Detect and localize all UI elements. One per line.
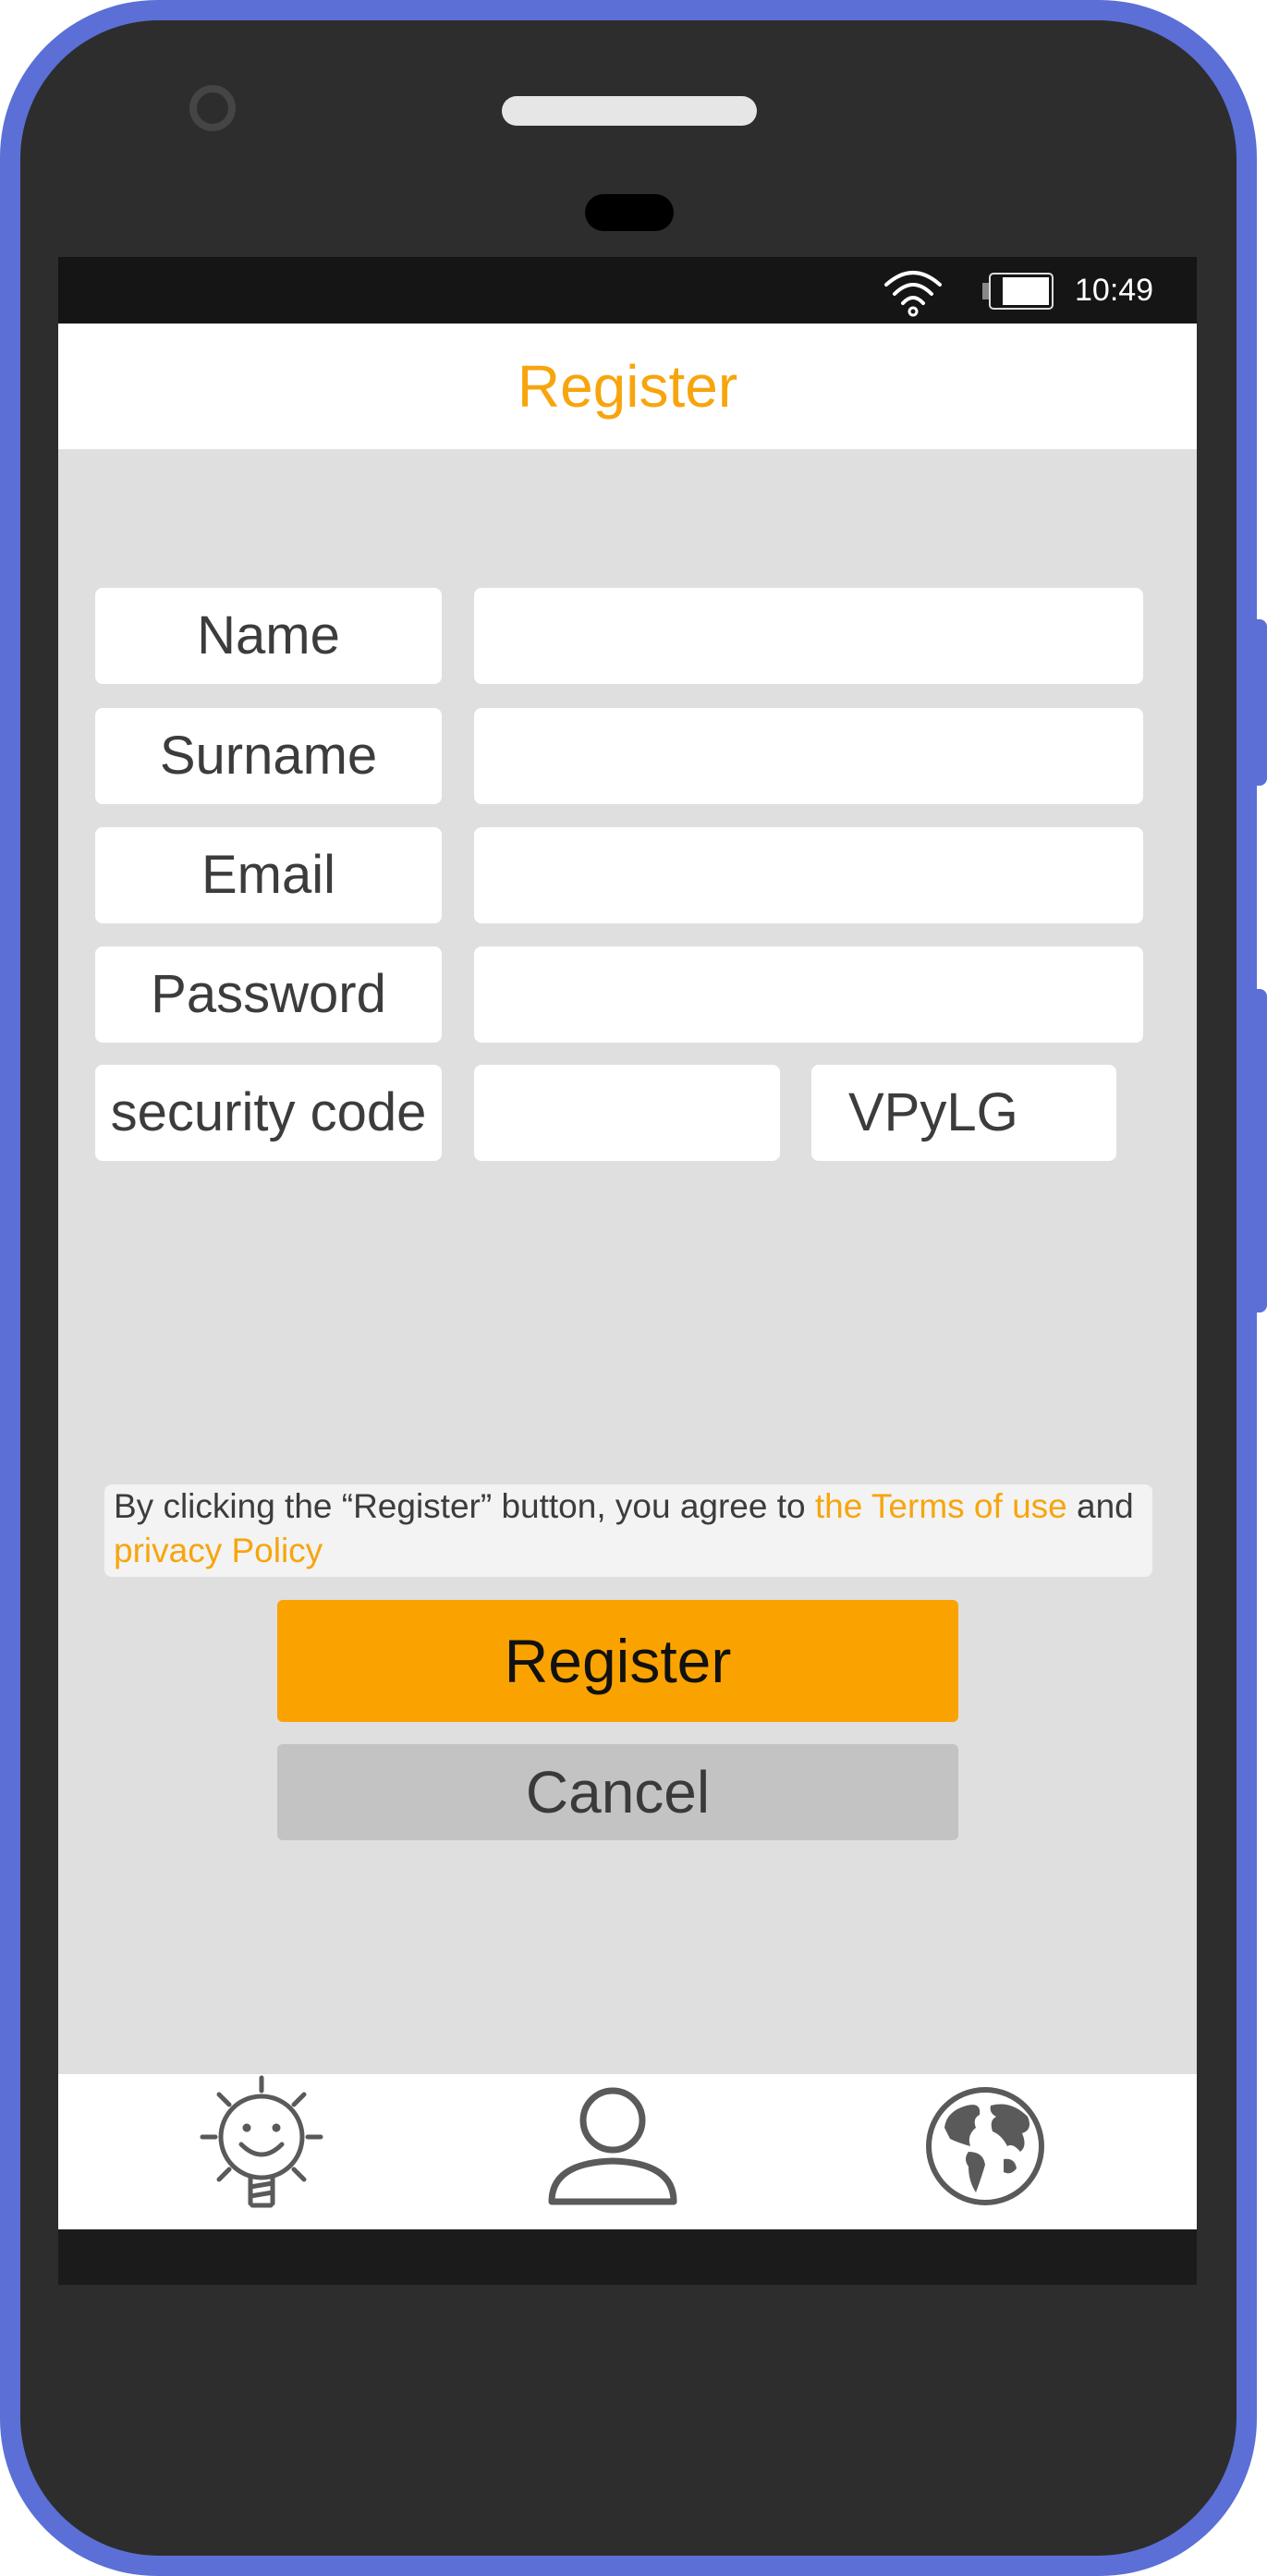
password-label: Password [95,946,442,1043]
security-code-label: security code [95,1065,442,1161]
status-bar: 10:49 [58,257,1197,324]
terms-text-and: and [1066,1487,1134,1525]
tab-world[interactable] [893,2074,1078,2229]
surname-label: Surname [95,708,442,804]
bottom-tab-bar [58,2074,1197,2229]
volume-button [1253,989,1267,1312]
security-code-field[interactable] [474,1065,780,1161]
screen: 10:49 Register Name Surname Email Passwo… [58,257,1197,2285]
name-field[interactable] [474,588,1143,684]
terms-text: By clicking the “Register” button, you a… [114,1487,815,1525]
lightbulb-sun-icon [200,2075,323,2208]
globe-icon [926,2087,1044,2205]
register-button[interactable]: Register [277,1600,958,1722]
terms-notice: By clicking the “Register” button, you a… [104,1484,1152,1577]
system-nav-bar [58,2229,1197,2285]
speaker-grille [502,96,757,126]
terms-of-use-link[interactable]: the Terms of use [815,1487,1067,1525]
privacy-policy-link[interactable]: privacy Policy [114,1532,323,1569]
side-button [1253,619,1267,786]
email-field[interactable] [474,827,1143,923]
password-field[interactable] [474,946,1143,1043]
user-icon [548,2087,677,2205]
wifi-icon [884,271,942,317]
status-time: 10:49 [1075,273,1154,308]
cancel-button[interactable]: Cancel [277,1744,958,1840]
page-title: Register [58,324,1197,449]
proximity-sensor [585,194,674,231]
battery-icon [982,273,1054,310]
surname-field[interactable] [474,708,1143,804]
name-label: Name [95,588,442,684]
email-label: Email [95,827,442,923]
tab-profile[interactable] [520,2074,705,2229]
tab-ideas[interactable] [169,2074,354,2229]
captcha-code: VPyLG [811,1065,1116,1161]
camera-icon [189,85,236,131]
